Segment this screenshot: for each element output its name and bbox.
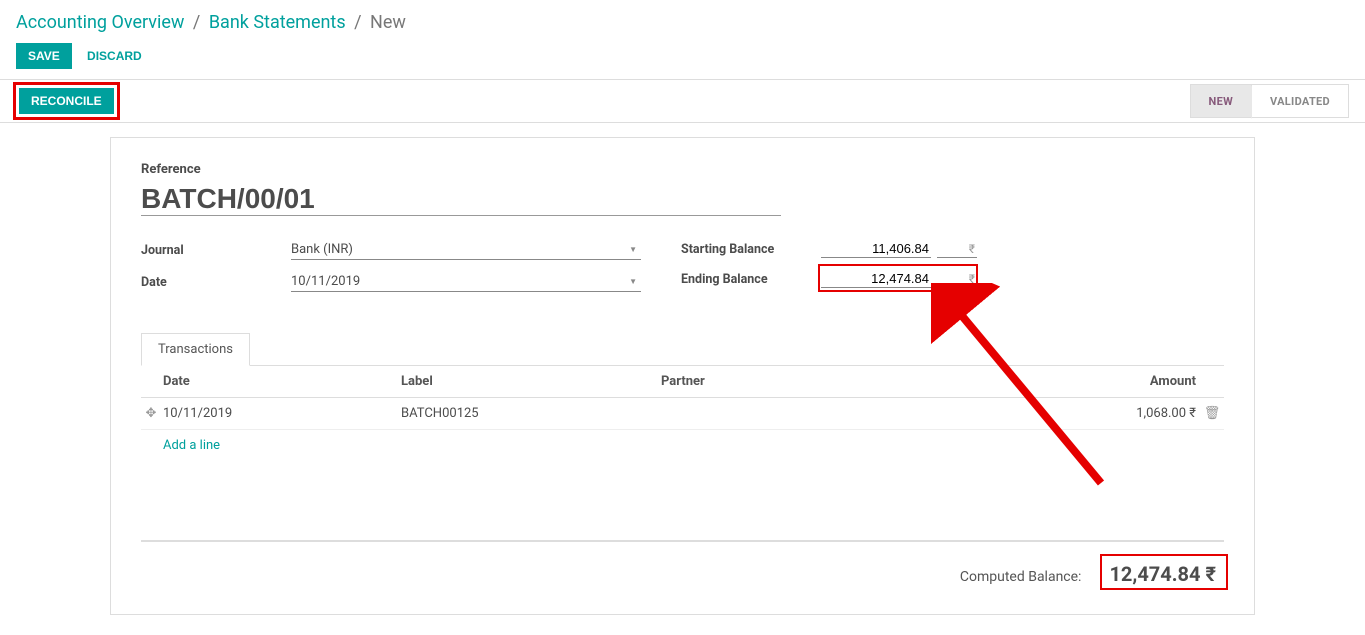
breadcrumb-sep: / <box>193 12 200 33</box>
tabs: Transactions <box>141 332 1224 365</box>
discard-button[interactable]: DISCARD <box>75 43 154 69</box>
ending-balance-label: Ending Balance <box>681 272 821 287</box>
drag-handle-icon[interactable]: ✥ <box>141 406 161 421</box>
tab-transactions[interactable]: Transactions <box>141 333 250 366</box>
journal-value: Bank (INR) <box>291 242 625 257</box>
journal-label: Journal <box>141 243 291 258</box>
save-button[interactable]: SAVE <box>16 43 72 69</box>
add-line-button[interactable]: Add a line <box>141 430 1224 461</box>
currency-symbol: ₹ <box>937 271 977 288</box>
status-validated[interactable]: VALIDATED <box>1252 84 1349 118</box>
reference-label: Reference <box>141 162 1224 177</box>
date-value: 10/11/2019 <box>291 274 625 289</box>
chevron-down-icon[interactable]: ▼ <box>625 245 641 254</box>
grid-header: Date Label Partner Amount <box>141 366 1224 398</box>
trash-icon[interactable]: 🗑 <box>1200 406 1224 421</box>
status-strip: NEW VALIDATED <box>1190 80 1349 122</box>
form-sheet: Reference Journal Bank (INR) ▼ Date 10/1… <box>110 137 1255 615</box>
col-header-amount: Amount <box>1030 374 1200 389</box>
annotation-box-reconcile: RECONCILE <box>13 82 120 120</box>
chevron-down-icon[interactable]: ▼ <box>625 277 641 286</box>
row-amount[interactable]: 1,068.00 ₹ <box>1030 406 1200 421</box>
breadcrumb-root[interactable]: Accounting Overview <box>16 12 184 33</box>
reconcile-button[interactable]: RECONCILE <box>19 88 114 114</box>
date-input-wrap[interactable]: 10/11/2019 ▼ <box>291 272 641 292</box>
col-header-date: Date <box>161 374 401 389</box>
ending-balance-input[interactable] <box>821 270 931 288</box>
grid-spacer <box>141 461 1224 541</box>
row-date[interactable]: 10/11/2019 <box>161 406 401 421</box>
top-actions: SAVE DISCARD <box>0 39 1365 79</box>
starting-balance-input[interactable] <box>821 240 931 258</box>
row-label[interactable]: BATCH00125 <box>401 406 661 421</box>
starting-balance-label: Starting Balance <box>681 242 821 257</box>
breadcrumb: Accounting Overview / Bank Statements / … <box>0 0 1365 39</box>
currency-symbol: ₹ <box>937 241 977 258</box>
action-toolbar: RECONCILE NEW VALIDATED <box>0 79 1365 123</box>
breadcrumb-section[interactable]: Bank Statements <box>209 12 346 33</box>
computed-balance: Computed Balance: 12,474.84 ₹ <box>141 558 1224 590</box>
computed-balance-value: 12,474.84 ₹ <box>1101 558 1224 590</box>
breadcrumb-current: New <box>370 12 406 33</box>
status-new[interactable]: NEW <box>1190 84 1252 118</box>
col-header-partner: Partner <box>661 374 1030 389</box>
reference-input[interactable] <box>141 183 781 216</box>
col-header-label: Label <box>401 374 661 389</box>
table-row[interactable]: ✥ 10/11/2019 BATCH00125 1,068.00 ₹ 🗑 <box>141 398 1224 430</box>
computed-balance-label: Computed Balance: <box>960 569 1082 585</box>
transactions-grid: Date Label Partner Amount ✥ 10/11/2019 B… <box>141 365 1224 542</box>
breadcrumb-sep: / <box>354 12 361 33</box>
date-label: Date <box>141 275 291 290</box>
journal-select[interactable]: Bank (INR) ▼ <box>291 240 641 260</box>
